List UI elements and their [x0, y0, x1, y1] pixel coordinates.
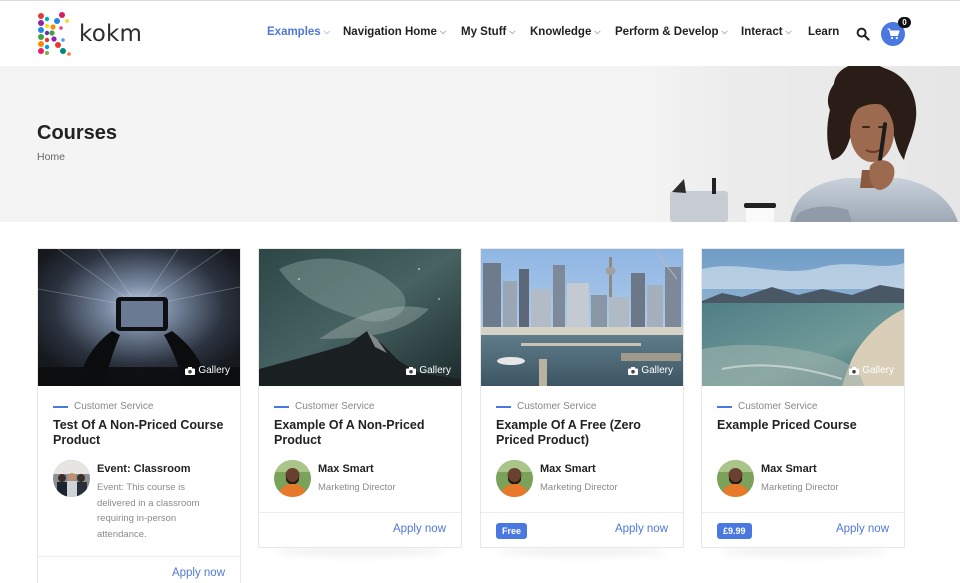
nav-item-knowledge[interactable]: Knowledge⌵ [530, 26, 600, 38]
gallery-label: Gallery [419, 365, 451, 376]
course-author: Event: Classroom Event: This course is d… [53, 460, 225, 542]
max-smart-avatar-image [274, 460, 311, 497]
nav-item-my-stuff[interactable]: My Stuff⌵ [461, 26, 515, 38]
course-category: Customer Service [53, 401, 225, 412]
main-navigation: Examples⌵ Navigation Home⌵ My Stuff⌵ Kno… [0, 26, 960, 44]
course-author: Max Smart Marketing Director [717, 460, 889, 497]
nav-item-label: Interact [741, 26, 783, 38]
max-smart-avatar-image [717, 460, 754, 497]
course-category: Customer Service [496, 401, 668, 412]
gallery-badge[interactable]: Gallery [406, 365, 451, 376]
page-title: Courses [37, 122, 117, 145]
chevron-down-icon: ⌵ [324, 27, 330, 37]
author-role: Marketing Director [540, 480, 618, 496]
category-label: Customer Service [74, 401, 153, 412]
gallery-badge[interactable]: Gallery [849, 365, 894, 376]
nav-item-label: Examples [267, 26, 321, 38]
course-title[interactable]: Example Priced Course [717, 418, 889, 448]
gallery-badge[interactable]: Gallery [185, 365, 230, 376]
course-title[interactable]: Test Of A Non-Priced Course Product [53, 418, 225, 448]
author-role: Marketing Director [318, 480, 396, 496]
breadcrumb-home[interactable]: Home [37, 151, 65, 163]
hero-woman-desk-image [640, 66, 960, 222]
camera-icon [849, 367, 859, 375]
nav-item-label: My Stuff [461, 26, 506, 38]
avatar [717, 460, 754, 497]
author-name: Max Smart [761, 463, 839, 475]
course-author: Max Smart Marketing Director [274, 460, 446, 497]
camera-icon [628, 367, 638, 375]
category-label: Customer Service [295, 401, 374, 412]
apply-now-link[interactable]: Apply now [172, 567, 225, 579]
nav-item-interact[interactable]: Interact⌵ [741, 26, 792, 38]
author-name: Max Smart [318, 463, 396, 475]
gallery-badge[interactable]: Gallery [628, 365, 673, 376]
category-accent-line [717, 406, 732, 408]
author-role: Marketing Director [761, 480, 839, 496]
avatar [274, 460, 311, 497]
camera-icon [406, 367, 416, 375]
price-badge: Free [496, 523, 527, 539]
category-accent-line [274, 406, 289, 408]
gallery-label: Gallery [641, 365, 673, 376]
course-card: Gallery Customer Service Test Of A Non-P… [37, 248, 241, 583]
category-label: Customer Service [738, 401, 817, 412]
chevron-down-icon: ⌵ [722, 27, 728, 37]
avatar [53, 460, 90, 497]
course-image-link[interactable]: Gallery [38, 249, 240, 386]
chevron-down-icon: ⌵ [509, 27, 515, 37]
author-name: Event: Classroom [97, 463, 225, 475]
nav-item-perform-develop[interactable]: Perform & Develop⌵ [615, 26, 728, 38]
page-hero: Courses Home [0, 66, 960, 222]
course-image-link[interactable]: Gallery [259, 249, 461, 386]
cart-icon [887, 28, 900, 40]
card-footer: Free Apply now [481, 512, 683, 548]
nav-item-learn[interactable]: Learn [808, 26, 839, 38]
nav-item-navigation-home[interactable]: Navigation Home⌵ [343, 26, 446, 38]
nav-item-label: Navigation Home [343, 26, 437, 38]
author-name: Max Smart [540, 463, 618, 475]
course-title[interactable]: Example Of A Free (Zero Priced Product) [496, 418, 668, 448]
course-title[interactable]: Example Of A Non-Priced Product [274, 418, 446, 448]
nav-item-label: Knowledge [530, 26, 591, 38]
nav-item-label: Perform & Develop [615, 26, 719, 38]
author-role: Event: This course is delivered in a cla… [97, 480, 225, 542]
nav-item-examples[interactable]: Examples⌵ [267, 26, 330, 38]
course-card: Gallery Customer Service Example Of A No… [258, 248, 462, 548]
gallery-label: Gallery [862, 365, 894, 376]
classroom-avatar-image [53, 460, 90, 497]
course-image-link[interactable]: Gallery [702, 249, 904, 386]
max-smart-avatar-image [496, 460, 533, 497]
course-category: Customer Service [717, 401, 889, 412]
course-card: Gallery Customer Service Example Of A Fr… [480, 248, 684, 548]
course-image-link[interactable]: Gallery [481, 249, 683, 386]
camera-icon [185, 367, 195, 375]
apply-now-link[interactable]: Apply now [615, 523, 668, 535]
cart-count-badge: 0 [898, 17, 911, 28]
card-footer: Apply now [259, 512, 461, 548]
site-header: kokm Examples⌵ Navigation Home⌵ My Stuff… [0, 1, 960, 66]
category-accent-line [53, 406, 68, 408]
course-category: Customer Service [274, 401, 446, 412]
card-footer: £9.99 Apply now [702, 512, 904, 548]
avatar [496, 460, 533, 497]
chevron-down-icon: ⌵ [786, 27, 792, 37]
chevron-down-icon: ⌵ [440, 27, 446, 37]
course-card: Gallery Customer Service Example Priced … [701, 248, 905, 548]
chevron-down-icon: ⌵ [594, 27, 600, 37]
apply-now-link[interactable]: Apply now [393, 523, 446, 535]
category-label: Customer Service [517, 401, 596, 412]
apply-now-link[interactable]: Apply now [836, 523, 889, 535]
price-badge: £9.99 [717, 523, 752, 539]
gallery-label: Gallery [198, 365, 230, 376]
course-author: Max Smart Marketing Director [496, 460, 668, 497]
search-icon[interactable] [856, 27, 870, 41]
category-accent-line [496, 406, 511, 408]
nav-item-label: Learn [808, 26, 839, 38]
card-footer: Apply now [38, 556, 240, 583]
